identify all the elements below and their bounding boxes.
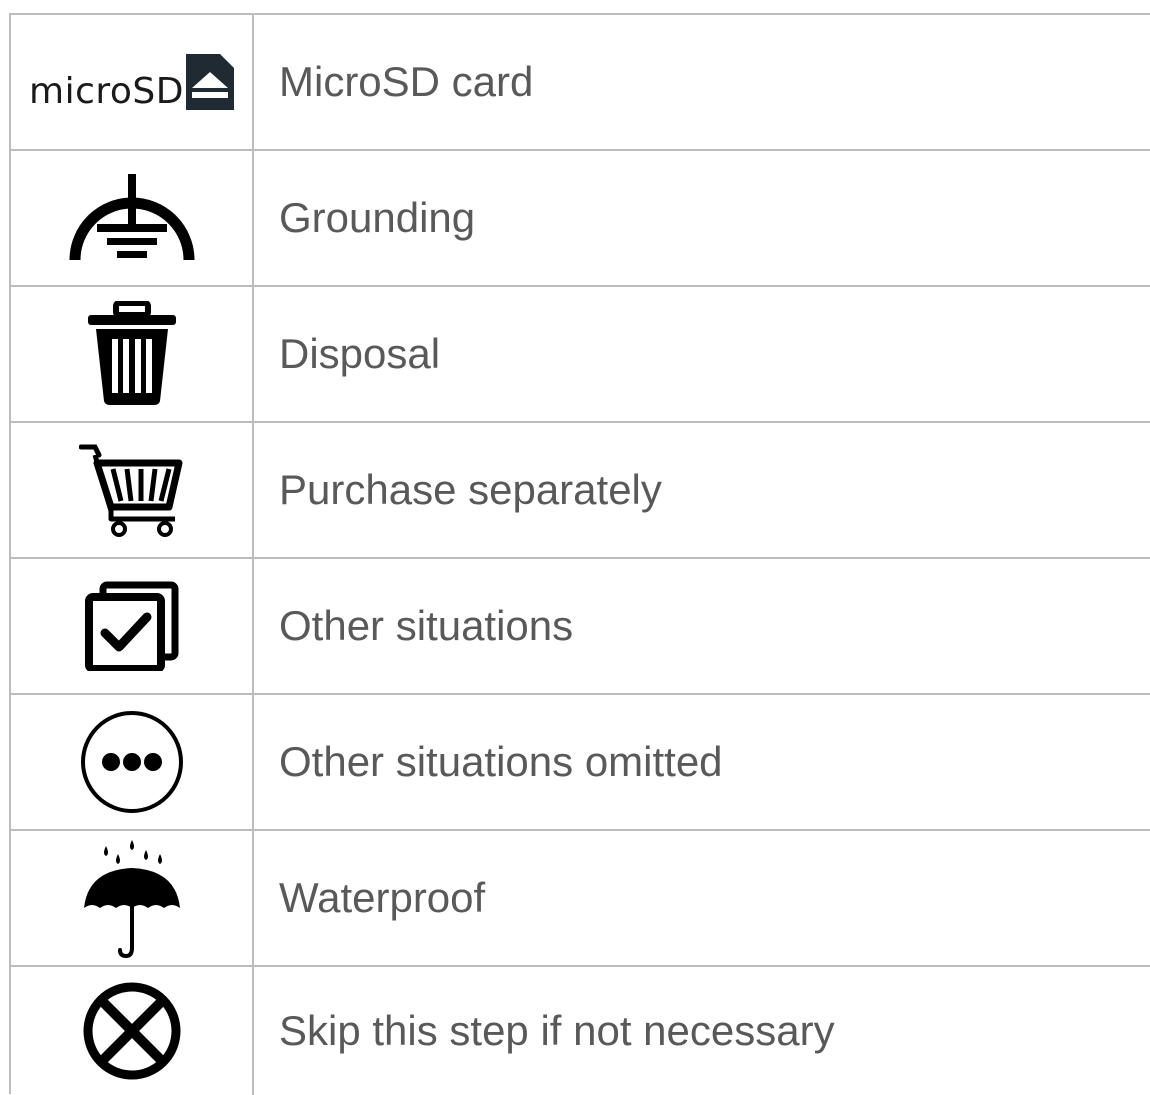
grounding-icon	[69, 174, 194, 261]
icon-cell	[11, 559, 254, 693]
row-label: Grounding	[279, 194, 476, 241]
icon-cell	[11, 287, 254, 421]
umbrella-rain-icon	[83, 840, 180, 958]
table-row: Waterproof	[11, 831, 1150, 967]
icon-cell	[11, 967, 254, 1095]
row-label: Waterproof	[279, 874, 486, 921]
table-row: Other situations omitted	[11, 695, 1150, 831]
row-label: Other situations	[279, 602, 574, 649]
table-row: Disposal	[11, 287, 1150, 423]
shopping-cart-icon	[78, 444, 182, 537]
row-label: Other situations omitted	[279, 738, 723, 785]
table-row: Skip this step if not necessary	[11, 967, 1150, 1095]
ellipsis-circle-icon	[80, 711, 183, 813]
row-label: Disposal	[279, 330, 441, 377]
icon-cell: microSD	[11, 15, 254, 149]
symbol-legend-table: microSD MicroSD card Grounding Disposal …	[9, 13, 1150, 1095]
circle-x-icon	[83, 982, 180, 1080]
row-label: MicroSD card	[279, 58, 534, 105]
table-row: microSD MicroSD card	[11, 15, 1150, 151]
icon-cell	[11, 423, 254, 557]
table-row: Grounding	[11, 151, 1150, 287]
table-row: Purchase separately	[11, 423, 1150, 559]
icon-cell	[11, 831, 254, 965]
microsd-logo-text: microSD	[29, 71, 184, 112]
trash-icon	[87, 301, 176, 405]
row-label: Purchase separately	[279, 466, 662, 513]
checkbox-stack-icon	[84, 581, 178, 671]
icon-cell	[11, 695, 254, 829]
row-label: Skip this step if not necessary	[279, 1007, 835, 1054]
microsd-icon: microSD	[29, 54, 234, 110]
table-row: Other situations	[11, 559, 1150, 695]
icon-cell	[11, 151, 254, 285]
